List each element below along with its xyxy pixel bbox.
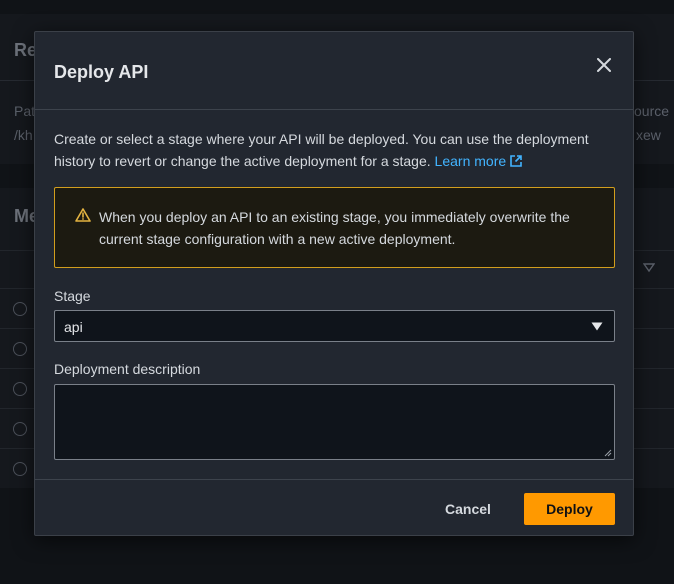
modal-footer: Cancel Deploy [35, 479, 633, 537]
deployment-description-input[interactable] [54, 384, 615, 460]
close-button[interactable] [593, 54, 615, 76]
background-path-label: Pat [14, 103, 36, 119]
background-row-radio [13, 342, 27, 356]
background-sort-icon [643, 263, 655, 273]
stage-label: Stage [54, 288, 91, 304]
modal-title: Deploy API [54, 62, 149, 82]
stage-select-value: api [64, 319, 83, 335]
learn-more-label: Learn more [434, 153, 507, 169]
external-link-icon [510, 155, 522, 167]
cancel-button[interactable]: Cancel [433, 493, 503, 525]
intro-paragraph: Create or select a stage where your API … [54, 128, 615, 172]
deployment-description-label: Deployment description [54, 361, 201, 377]
stage-select[interactable]: api [54, 310, 615, 342]
background-row-radio [13, 382, 27, 396]
deploy-api-modal: Deploy API Create or select a stage wher… [34, 31, 634, 536]
close-icon [597, 58, 611, 72]
deploy-button[interactable]: Deploy [524, 493, 615, 525]
warning-alert: When you deploy an API to an existing st… [54, 187, 615, 268]
learn-more-link[interactable]: Learn more [435, 153, 524, 169]
background-row-radio [13, 422, 27, 436]
background-path-value: /kh [14, 127, 33, 143]
modal-header: Deploy API [35, 32, 633, 110]
warning-text: When you deploy an API to an existing st… [99, 209, 570, 247]
background-resource-value: xew [636, 127, 661, 143]
background-resource-label: ource [634, 103, 670, 119]
background-row-radio [13, 302, 27, 316]
warning-icon [75, 208, 91, 222]
caret-down-icon [591, 322, 603, 331]
resize-handle-icon[interactable] [604, 449, 612, 457]
modal-body: Create or select a stage where your API … [54, 128, 615, 460]
background-row-radio [13, 462, 27, 476]
